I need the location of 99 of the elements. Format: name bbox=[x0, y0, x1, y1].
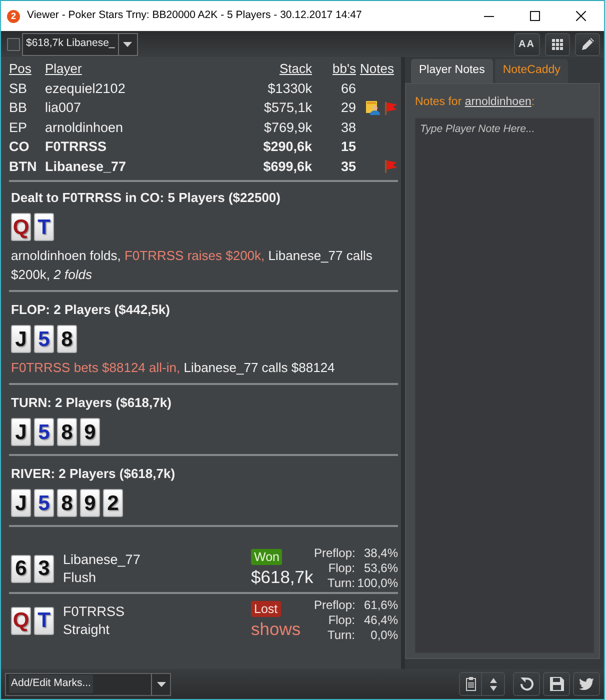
bird-icon bbox=[579, 678, 594, 690]
table-cell-text: 29 bbox=[340, 99, 356, 117]
action-text: F0TRRSS bets $88124 all-in, Libanese_77 calls $88124 bbox=[11, 359, 336, 377]
street-label: Preflop: bbox=[314, 546, 355, 561]
notepad-button[interactable] bbox=[459, 672, 482, 696]
marks-dropdown[interactable]: Add/Edit Marks... bbox=[5, 672, 171, 696]
window-title: Viewer - Poker Stars Trny: BB20000 A2K - 5 Players - 30.12.2017 14:47 bbox=[27, 8, 362, 24]
player-name: Libanese_77 bbox=[63, 550, 142, 568]
tab[interactable]: NoteCaddy bbox=[494, 59, 568, 83]
table-cell-text: arnoldinhoen bbox=[45, 118, 124, 136]
street-label: Turn: bbox=[326, 628, 355, 643]
share-button[interactable] bbox=[573, 672, 600, 696]
playing-card: 6 bbox=[11, 554, 31, 582]
playing-card: 3 bbox=[34, 554, 54, 582]
select-checkbox[interactable] bbox=[7, 38, 20, 50]
column-header[interactable]: Stack bbox=[232, 59, 312, 78]
street-heading: FLOP: 2 Players ($442,5k) bbox=[11, 301, 171, 319]
table-cell-text: SB bbox=[9, 80, 28, 98]
hand-dropdown[interactable]: $618,7k Libanese_ bbox=[22, 32, 138, 56]
edit-button[interactable] bbox=[575, 32, 600, 56]
table-cell-text: ezequiel2102 bbox=[45, 80, 126, 98]
playing-card: J bbox=[11, 325, 31, 353]
player-link[interactable]: arnoldinhoen bbox=[464, 96, 532, 108]
street-heading: TURN: 2 Players ($618,7k) bbox=[11, 394, 172, 412]
table-cell-text: BTN bbox=[9, 158, 38, 176]
table-cell-text: $699,6k bbox=[262, 158, 312, 176]
equity-value: 53,6% bbox=[362, 561, 398, 576]
grid-button[interactable] bbox=[545, 32, 570, 56]
table-cell-text: $769,9k bbox=[262, 118, 312, 136]
result-badge: Won bbox=[251, 548, 282, 564]
playing-card: T bbox=[34, 606, 54, 634]
hand-name: Straight bbox=[63, 620, 111, 638]
table-cell-text: F0TRRSS bbox=[45, 138, 108, 156]
table-cell-text: 15 bbox=[340, 138, 356, 156]
table-cell-text: Libanese_77 bbox=[45, 158, 128, 176]
save-button[interactable] bbox=[543, 672, 570, 696]
street-label: Turn: bbox=[326, 576, 355, 591]
playing-card: 8 bbox=[57, 489, 77, 517]
tab[interactable]: Player Notes bbox=[411, 59, 493, 83]
player-name: F0TRRSS bbox=[63, 602, 126, 620]
street-heading: Dealt to F0TRRSS in CO: 5 Players ($22500) bbox=[11, 189, 282, 207]
playing-card: Q bbox=[11, 606, 31, 634]
save-icon bbox=[550, 677, 564, 691]
table-cell-text: 35 bbox=[340, 158, 356, 176]
status-text: shows bbox=[251, 618, 301, 640]
refresh-button[interactable] bbox=[513, 672, 540, 696]
equity-value: 46,4% bbox=[362, 613, 398, 628]
playing-card: 9 bbox=[80, 418, 100, 446]
grid-icon bbox=[552, 38, 563, 50]
column-header[interactable]: Pos bbox=[9, 59, 45, 78]
street-label: Preflop: bbox=[314, 598, 355, 613]
playing-card: T bbox=[34, 213, 54, 241]
table-cell-text: EP bbox=[9, 118, 28, 136]
playing-card: 5 bbox=[34, 489, 54, 517]
note-field[interactable]: Type Player Note Here... bbox=[415, 118, 594, 653]
playing-card: 5 bbox=[34, 418, 54, 446]
spinner-button[interactable] bbox=[482, 672, 505, 696]
playing-card: 5 bbox=[34, 325, 54, 353]
notes-heading: Notes for arnoldinhoen: bbox=[415, 95, 536, 110]
street-heading: RIVER: 2 Players ($618,7k) bbox=[11, 465, 176, 483]
playing-card: 8 bbox=[57, 418, 77, 446]
equity-value: 61,6% bbox=[362, 598, 398, 613]
pencil-icon bbox=[580, 37, 594, 51]
playing-card: 8 bbox=[57, 325, 77, 353]
user-note-icon[interactable] bbox=[366, 100, 380, 115]
table-cell-text: $1330k bbox=[266, 80, 312, 98]
close-icon bbox=[576, 11, 586, 21]
playing-card: J bbox=[11, 489, 31, 517]
street-label: Flop: bbox=[327, 613, 355, 628]
table-cell-text: CO bbox=[9, 138, 30, 156]
result-badge: Lost bbox=[251, 600, 281, 616]
column-header[interactable]: Player bbox=[45, 59, 232, 78]
caret-icon bbox=[123, 42, 132, 46]
table-cell-text: $290,6k bbox=[262, 138, 312, 156]
font-size-button[interactable]: AA bbox=[514, 32, 540, 56]
maximize-icon bbox=[530, 11, 540, 21]
playing-card: Q bbox=[11, 213, 31, 241]
caret-icon bbox=[156, 682, 166, 686]
table-cell-text: 38 bbox=[340, 118, 356, 136]
refresh-icon bbox=[520, 677, 534, 691]
hand-name: Flush bbox=[63, 568, 98, 586]
app-logo: 2 bbox=[7, 10, 20, 22]
column-header[interactable]: bb's bbox=[312, 59, 356, 78]
column-header[interactable]: Notes bbox=[356, 59, 398, 78]
action-text: arnoldinhoen folds, F0TRRSS raises $200k, Libanese_77 calls $200k, 2 folds bbox=[11, 247, 374, 284]
playing-card: 2 bbox=[103, 489, 123, 517]
table-cell-text: BB bbox=[9, 99, 28, 117]
table-cell-text: $575,1k bbox=[262, 99, 312, 117]
table-cell-text: lia007 bbox=[45, 99, 82, 117]
up-down-arrows-icon bbox=[490, 678, 496, 690]
equity-value: 38,4% bbox=[362, 546, 398, 561]
amount-text: $618,7k bbox=[251, 566, 314, 588]
street-label: Flop: bbox=[327, 561, 355, 576]
playing-card: 9 bbox=[80, 489, 100, 517]
notepad-icon bbox=[466, 677, 476, 691]
playing-card: J bbox=[11, 418, 31, 446]
table-cell-text: 66 bbox=[340, 80, 356, 98]
equity-value: 100,0% bbox=[356, 576, 398, 591]
equity-value: 0,0% bbox=[370, 628, 398, 643]
